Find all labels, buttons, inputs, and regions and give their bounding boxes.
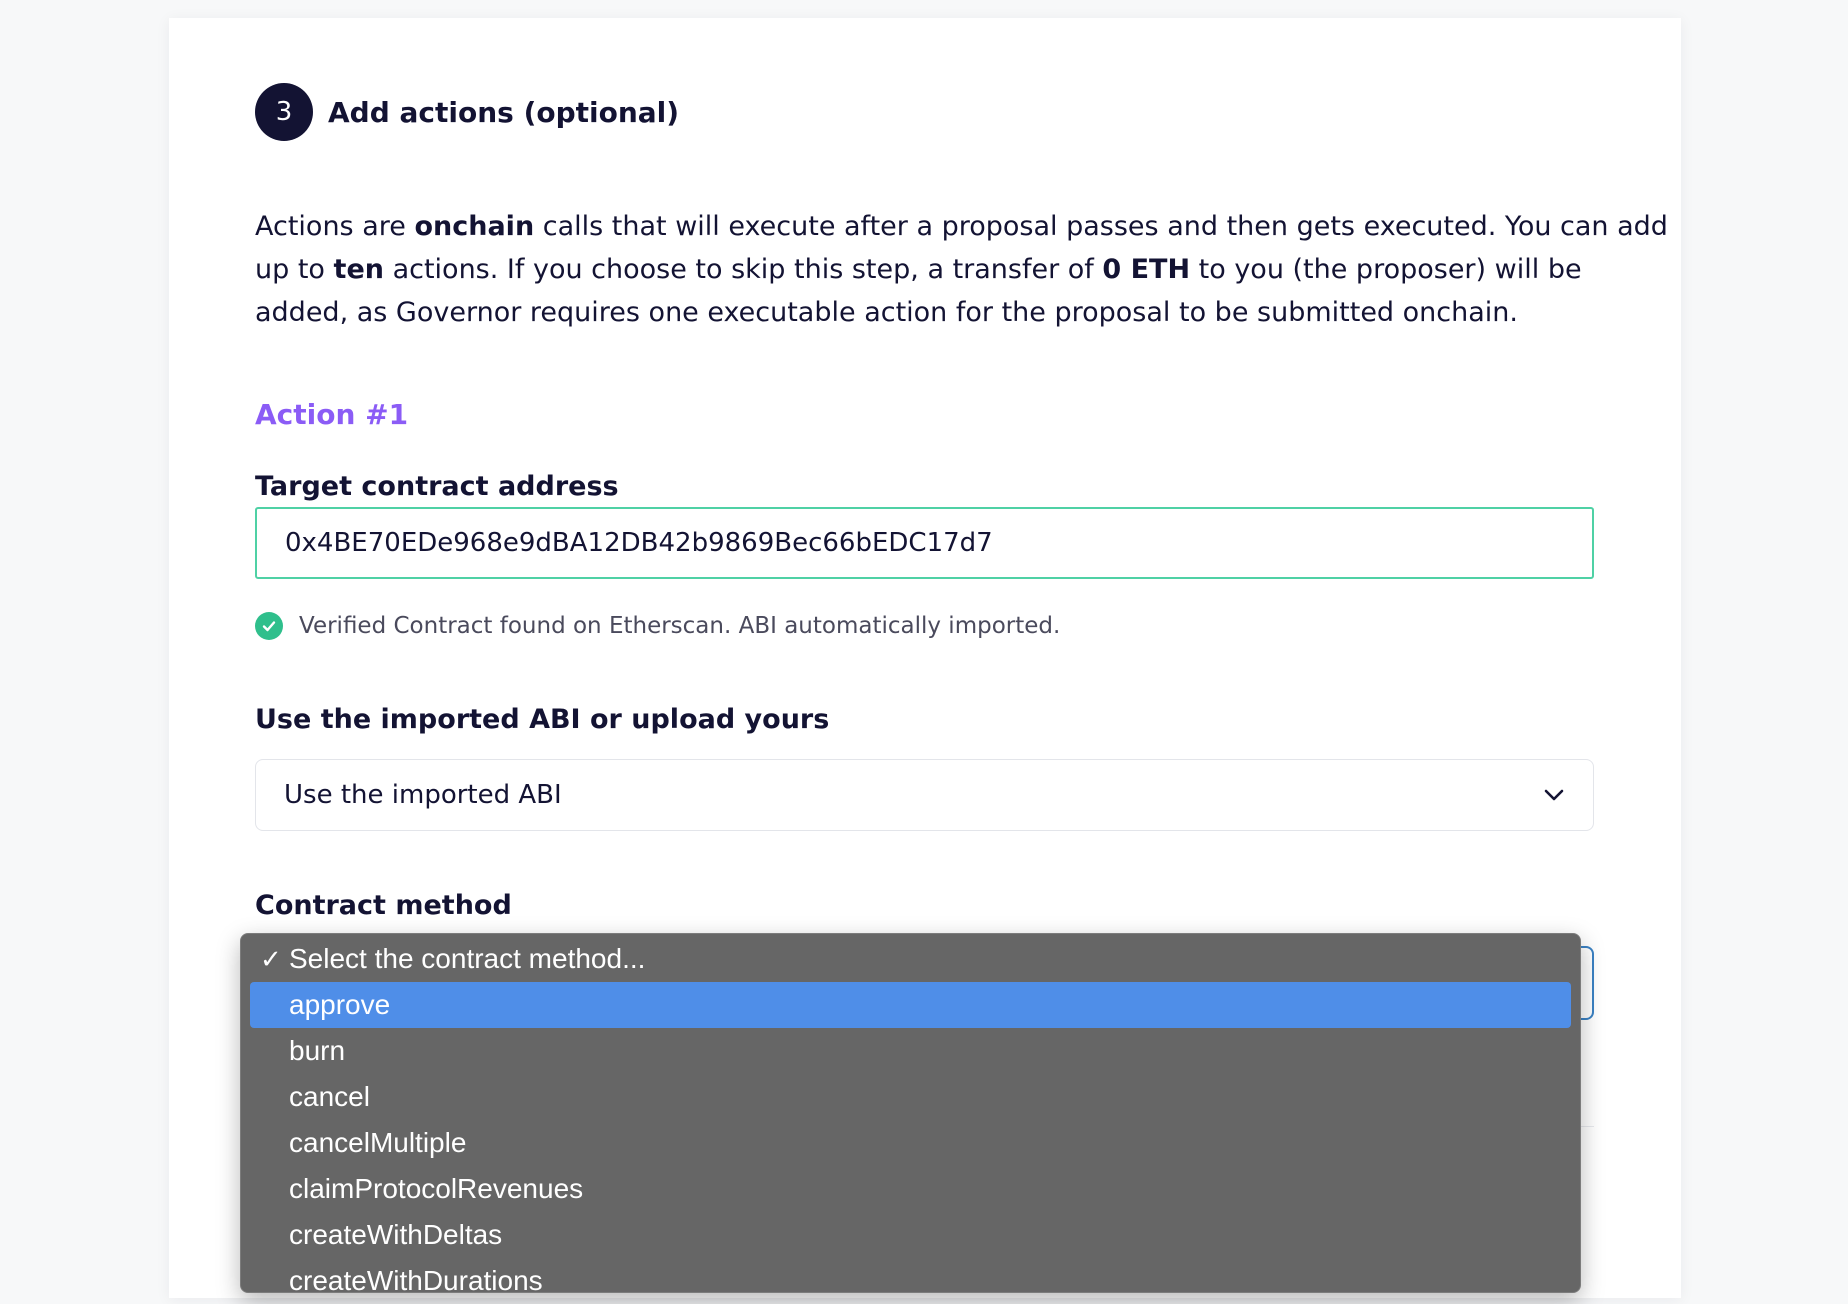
bold-onchain: onchain	[414, 211, 535, 242]
abi-label: Use the imported ABI or upload yours	[255, 704, 830, 735]
target-address-input[interactable]	[255, 507, 1594, 579]
step-header: 3 Add actions (optional)	[255, 83, 679, 141]
menu-item-label: cancelMultiple	[289, 1127, 467, 1158]
menu-item-approve[interactable]: approve	[250, 982, 1571, 1028]
abi-select[interactable]: Use the imported ABI	[255, 759, 1594, 831]
verified-status: Verified Contract found on Etherscan. AB…	[255, 612, 1060, 640]
target-address-label: Target contract address	[255, 471, 619, 502]
check-circle-icon	[255, 612, 283, 640]
contract-method-dropdown: ✓ Select the contract method... approve …	[240, 933, 1581, 1296]
bold-ten: ten	[333, 254, 384, 285]
menu-item-cancel[interactable]: cancel	[250, 1074, 1571, 1120]
menu-item-label: createWithDurations	[289, 1265, 543, 1296]
action-heading: Action #1	[255, 398, 409, 431]
step-title: Add actions (optional)	[328, 95, 680, 129]
menu-item-create-with-deltas[interactable]: createWithDeltas	[250, 1212, 1571, 1258]
menu-item-label: claimProtocolRevenues	[289, 1173, 584, 1204]
menu-item-label: burn	[289, 1035, 346, 1066]
chevron-down-icon	[1544, 789, 1564, 801]
menu-item-claim-protocol-revenues[interactable]: claimProtocolRevenues	[250, 1166, 1571, 1212]
menu-item-create-with-durations[interactable]: createWithDurations	[250, 1258, 1571, 1304]
menu-item-label: cancel	[289, 1081, 370, 1112]
menu-item-burn[interactable]: burn	[250, 1028, 1571, 1074]
menu-item-label: Select the contract method...	[289, 943, 646, 974]
menu-item-label: approve	[289, 989, 391, 1020]
menu-item-cancel-multiple[interactable]: cancelMultiple	[250, 1120, 1571, 1166]
checkmark-icon: ✓	[260, 943, 282, 974]
bold-eth-amount: 0 ETH	[1102, 254, 1191, 285]
actions-description: Actions are onchain calls that will exec…	[255, 211, 1668, 328]
verified-message: Verified Contract found on Etherscan. AB…	[299, 613, 1061, 639]
menu-item-label: createWithDeltas	[289, 1219, 503, 1250]
contract-method-label: Contract method	[255, 890, 512, 921]
abi-select-value: Use the imported ABI	[284, 780, 562, 810]
menu-item-placeholder[interactable]: ✓ Select the contract method...	[250, 936, 1571, 982]
step-number-badge: 3	[255, 83, 313, 141]
